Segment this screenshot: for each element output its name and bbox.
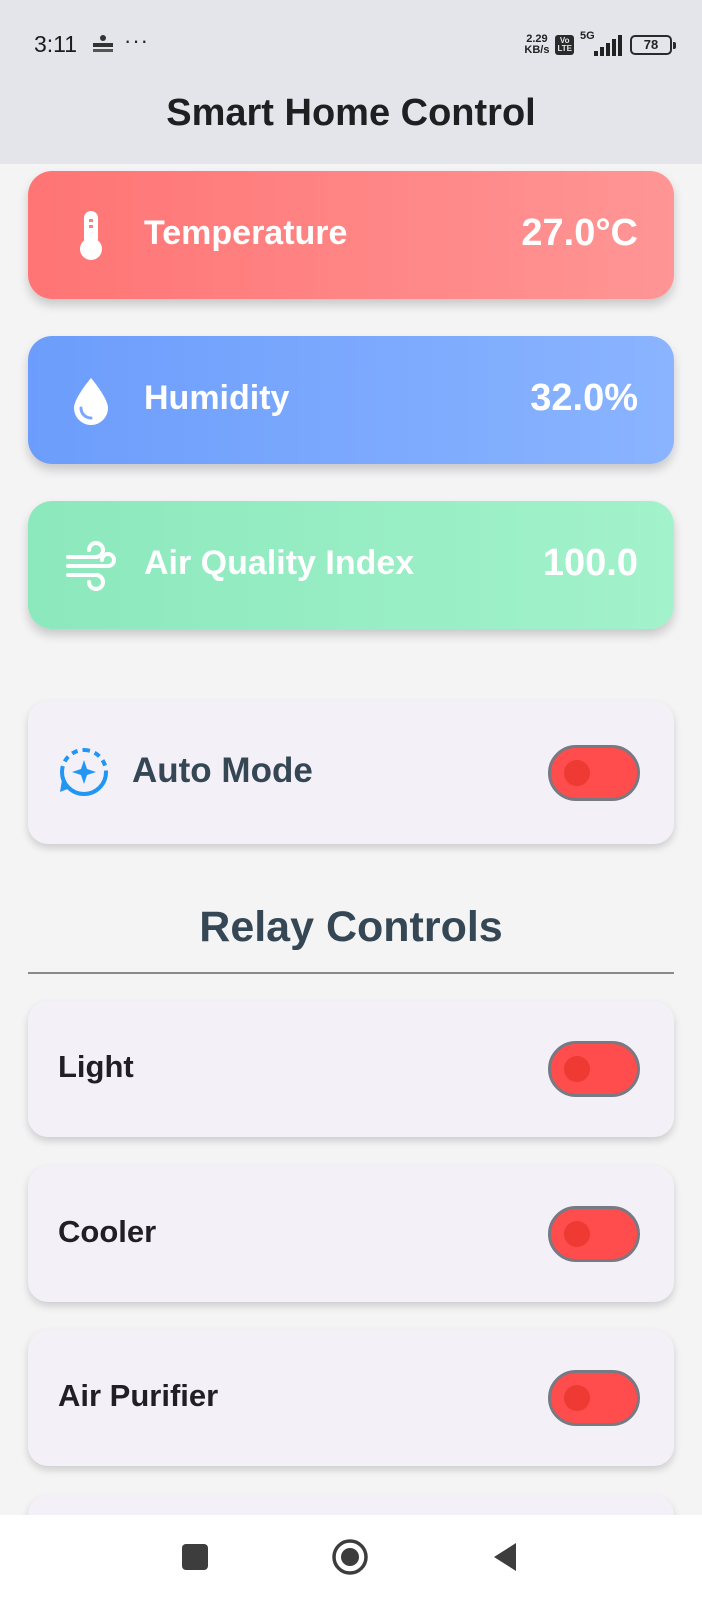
system-nav-bar: [0, 1515, 702, 1600]
toggle-knob: [564, 1056, 590, 1082]
relay-card-cooler: Cooler: [28, 1166, 674, 1302]
light-toggle[interactable]: [548, 1041, 640, 1097]
wind-icon: [66, 541, 116, 591]
air-purifier-toggle[interactable]: [548, 1370, 640, 1426]
section-divider: [28, 972, 674, 974]
auto-mode-label: Auto Mode: [132, 751, 313, 790]
home-button[interactable]: [328, 1535, 372, 1579]
humidity-value: 32.0%: [530, 377, 638, 419]
status-time: 3:11: [34, 31, 78, 57]
news-app-icon: [93, 35, 113, 52]
air-quality-value: 100.0: [542, 542, 638, 584]
thermometer-icon: [80, 211, 102, 260]
humidity-card: Humidity 32.0%: [28, 336, 674, 464]
recent-apps-button[interactable]: [173, 1535, 217, 1579]
relay-label-cooler: Cooler: [58, 1214, 157, 1249]
cooler-toggle[interactable]: [548, 1206, 640, 1262]
auto-mode-icon: [60, 748, 108, 796]
air-quality-label: Air Quality Index: [144, 544, 415, 582]
recent-apps-icon: [182, 1544, 208, 1570]
back-icon: [494, 1543, 516, 1571]
auto-mode-toggle[interactable]: [548, 745, 640, 801]
relay-label-air-purifier: Air Purifier: [58, 1378, 219, 1413]
status-bar: 3:11 ··· 2.29 KB/s Vo LTE 5G 78: [0, 0, 702, 90]
relay-label-light: Light: [58, 1049, 134, 1084]
battery-indicator: 78: [630, 35, 676, 55]
air-quality-card: Air Quality Index 100.0: [28, 501, 674, 629]
network-speed: 2.29 KB/s: [524, 33, 550, 56]
app-bar: Smart Home Control: [0, 90, 702, 164]
auto-mode-card: Auto Mode: [28, 701, 674, 844]
water-drop-icon: [74, 378, 108, 425]
relay-card-air-purifier: Air Purifier: [28, 1330, 674, 1466]
more-notifications-icon: ···: [124, 28, 149, 53]
humidity-label: Humidity: [144, 379, 290, 417]
toggle-knob: [564, 1221, 590, 1247]
page-title: Smart Home Control: [166, 92, 536, 134]
relay-card-light: Light: [28, 1001, 674, 1137]
signal-icon: 5G: [580, 30, 624, 58]
section-title: Relay Controls: [199, 903, 503, 951]
back-button[interactable]: [483, 1535, 527, 1579]
temperature-label: Temperature: [144, 214, 348, 252]
temperature-value: 27.0°C: [521, 212, 638, 254]
toggle-knob: [564, 1385, 590, 1411]
home-icon: [332, 1539, 368, 1575]
toggle-knob: [564, 760, 590, 786]
status-indicators: 2.29 KB/s Vo LTE 5G 78: [524, 30, 676, 60]
temperature-card: Temperature 27.0°C: [28, 171, 674, 299]
volte-badge: Vo LTE: [555, 35, 574, 55]
